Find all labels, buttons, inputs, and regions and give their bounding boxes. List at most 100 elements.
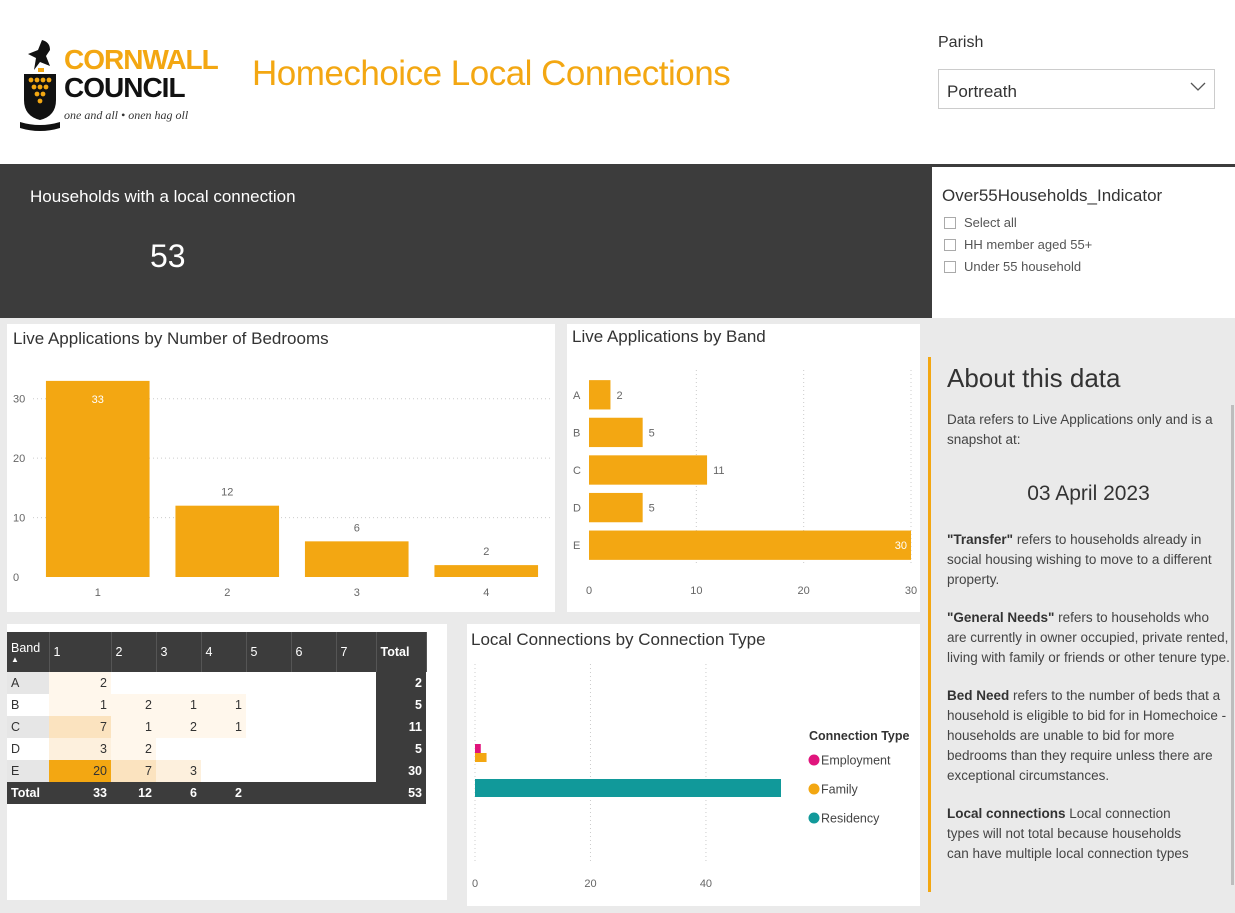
data-label: 5	[649, 427, 655, 439]
bar-residency	[475, 779, 781, 797]
column-header[interactable]: 7	[336, 632, 377, 672]
table-cell	[246, 694, 291, 716]
kpi-card: Households with a local connection 53	[0, 164, 930, 318]
total-row-label: Total	[7, 782, 49, 804]
crest-icon	[20, 40, 60, 131]
term: "General Needs"	[947, 610, 1055, 625]
table-cell	[291, 760, 336, 782]
column-header[interactable]: 6	[291, 632, 337, 672]
bar	[589, 530, 911, 560]
band-bedroom-matrix-panel: Band ▲ 1 2 3 4 5 6 7 Total A 2 2 B 1 2 1 1 5 C 7 1 2 1 11 D 3 2 5 E 2…	[7, 624, 447, 900]
column-header[interactable]: 1	[49, 632, 112, 672]
y-tick-label: C	[573, 465, 581, 477]
table-cell	[291, 672, 336, 694]
total-cell: 2	[201, 782, 246, 804]
sort-ascending-icon: ▲	[11, 654, 19, 664]
parish-label: Parish	[938, 34, 984, 51]
slicer-title: Over55Households_Indicator	[942, 186, 1163, 205]
band-bedroom-matrix: Band ▲ 1 2 3 4 5 6 7 Total A 2 2 B 1 2 1 1 5 C 7 1 2 1 11 D 3 2 5 E 2…	[7, 632, 427, 804]
data-label: 5	[649, 503, 655, 515]
legend-marker	[808, 812, 820, 824]
table-cell: 1	[201, 694, 246, 716]
table-cell	[336, 738, 376, 760]
table-row: A22	[7, 672, 426, 694]
chevron-down-icon	[1190, 82, 1206, 91]
table-cell	[201, 738, 246, 760]
checkbox[interactable]	[944, 216, 956, 229]
term: Local connections	[947, 806, 1066, 821]
row-total: 5	[376, 694, 426, 716]
column-header[interactable]: 5	[246, 632, 292, 672]
legend-title: Connection Type	[809, 729, 910, 743]
x-tick-label: 10	[690, 585, 702, 597]
about-scrollbar[interactable]	[1231, 405, 1234, 885]
about-body: Data refers to Live Applications only an…	[947, 410, 1230, 882]
table-cell	[246, 716, 291, 738]
y-tick-label: E	[573, 540, 580, 552]
row-total: 30	[376, 760, 426, 782]
x-tick-label: 30	[905, 585, 917, 597]
logo-tagline: one and all • onen hag oll	[64, 108, 189, 122]
term: "Transfer"	[947, 532, 1014, 547]
x-tick-label: 1	[95, 587, 101, 599]
legend-marker	[808, 783, 820, 795]
total-cell: 53	[376, 782, 426, 804]
table-cell	[336, 672, 376, 694]
slicer-option-label: Under 55 household	[964, 259, 1082, 274]
table-cell	[291, 738, 336, 760]
term: Bed Need	[947, 688, 1010, 703]
column-header[interactable]: Total	[376, 632, 427, 672]
table-cell	[156, 672, 201, 694]
row-header: A	[7, 672, 49, 694]
x-tick-label: 4	[483, 587, 489, 599]
cornwall-council-logo: CORNWALL COUNCIL one and all • onen hag …	[18, 36, 219, 136]
parish-dropdown[interactable]: Portreath	[938, 69, 1215, 109]
connection-type-chart: 0 20 40 Connection Type Employment Family Resi…	[472, 664, 910, 890]
row-header: C	[7, 716, 49, 738]
column-header[interactable]: 3	[156, 632, 202, 672]
data-label: 30	[895, 540, 907, 552]
kpi-value: 53	[150, 238, 186, 274]
data-label: 2	[616, 390, 622, 402]
slicer-option-under-55[interactable]: Under 55 household	[944, 259, 1081, 274]
about-general-needs: "General Needs" refers to households who…	[947, 608, 1230, 668]
legend-marker	[808, 754, 820, 766]
y-tick-label: D	[573, 503, 581, 515]
column-header[interactable]: 2	[111, 632, 157, 672]
data-label: 12	[221, 487, 233, 499]
total-cell	[246, 782, 291, 804]
table-cell	[246, 672, 291, 694]
table-cell	[246, 738, 291, 760]
x-tick-label: 20	[798, 585, 810, 597]
about-intro: Data refers to Live Applications only an…	[947, 412, 1213, 447]
row-header: E	[7, 760, 49, 782]
table-cell	[201, 672, 246, 694]
connection-type-chart-panel: Local Connections by Connection Type 0 20…	[467, 624, 920, 906]
table-cell: 2	[111, 738, 156, 760]
bar-family	[475, 753, 487, 762]
table-cell: 3	[49, 738, 111, 760]
slicer-option-label: Select all	[964, 215, 1017, 230]
about-transfer: "Transfer" refers to households already …	[947, 530, 1230, 590]
table-cell	[201, 760, 246, 782]
legend-label: Residency	[821, 812, 880, 826]
column-header[interactable]: Band ▲	[7, 632, 50, 672]
bar	[589, 417, 643, 448]
table-cell: 1	[49, 694, 111, 716]
slicer-option-55-plus[interactable]: HH member aged 55+	[944, 237, 1092, 252]
bedrooms-chart-panel: Live Applications by Number of Bedrooms …	[7, 324, 555, 612]
slicer-option-select-all[interactable]: Select all	[944, 215, 1017, 230]
data-label: 11	[713, 465, 724, 477]
bar	[434, 565, 539, 577]
bar	[175, 505, 280, 577]
table-cell	[336, 760, 376, 782]
bar	[589, 455, 708, 485]
data-label: 33	[92, 394, 104, 406]
column-header[interactable]: 4	[201, 632, 247, 672]
checkbox[interactable]	[944, 238, 956, 251]
x-tick-label: 0	[472, 878, 478, 890]
checkbox[interactable]	[944, 260, 956, 273]
table-cell: 2	[49, 672, 111, 694]
about-bed-need: Bed Need refers to the number of beds th…	[947, 686, 1230, 786]
total-cell: 6	[156, 782, 201, 804]
